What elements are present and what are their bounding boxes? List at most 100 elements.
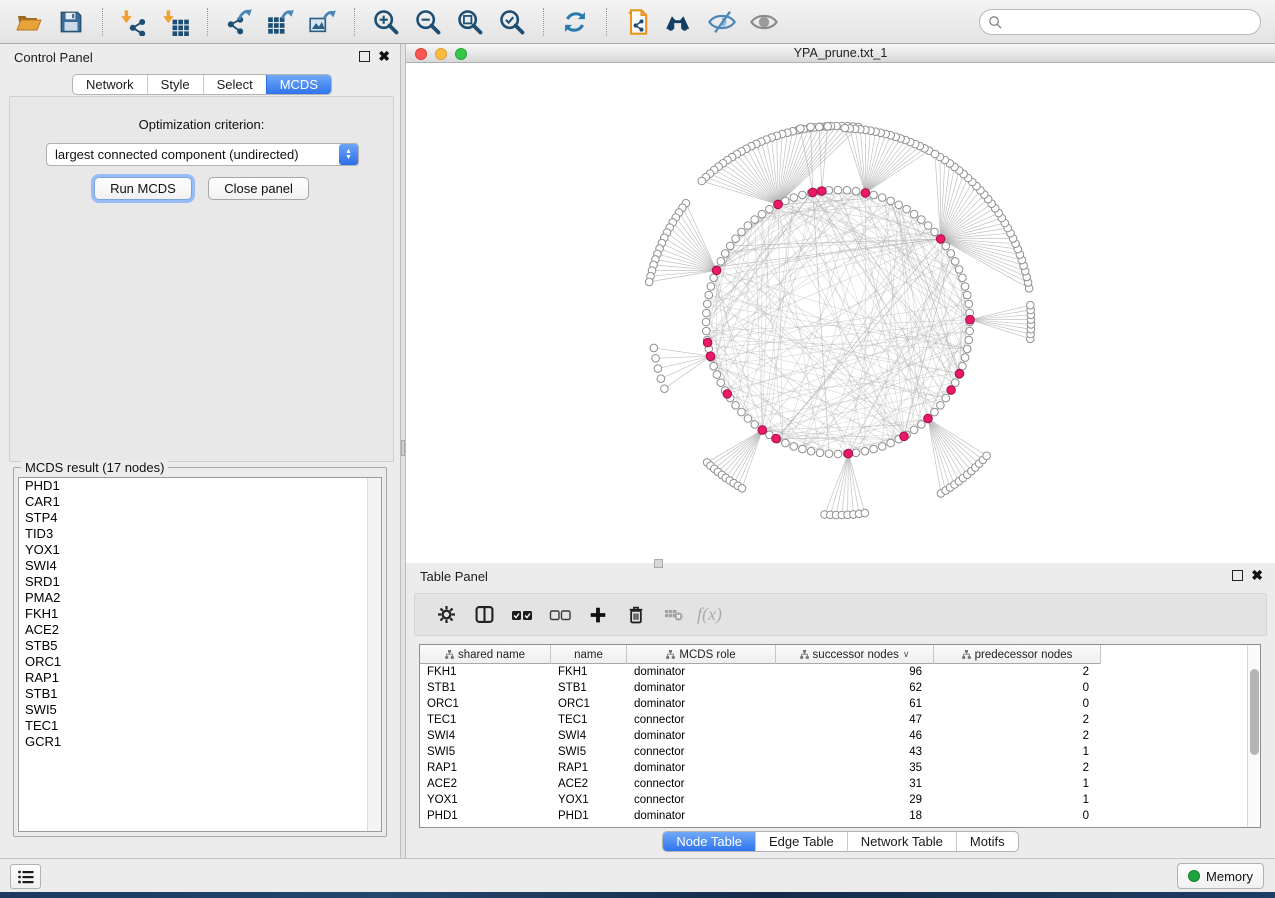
export-network-icon[interactable]: [222, 6, 256, 38]
float-panel-icon[interactable]: [359, 51, 370, 62]
tab-network[interactable]: Network: [73, 75, 147, 94]
graph-node[interactable]: [918, 421, 926, 429]
graph-node[interactable]: [955, 266, 963, 274]
graph-node[interactable]: [965, 300, 973, 308]
graph-node[interactable]: [834, 186, 842, 194]
column-header-shared-name[interactable]: shared name: [420, 645, 551, 664]
graph-leaf-node[interactable]: [650, 344, 658, 352]
graph-node[interactable]: [751, 421, 759, 429]
tab-mcds[interactable]: MCDS: [266, 75, 331, 94]
table-scrollbar[interactable]: [1247, 645, 1260, 827]
mcds-result-item[interactable]: TID3: [19, 526, 381, 542]
refresh-icon[interactable]: [558, 6, 592, 38]
graph-node[interactable]: [951, 379, 959, 387]
graph-node[interactable]: [744, 415, 752, 423]
graph-node[interactable]: [721, 250, 729, 258]
tab-edge-table[interactable]: Edge Table: [755, 832, 847, 851]
graph-node[interactable]: [910, 210, 918, 218]
graph-node[interactable]: [878, 194, 886, 202]
column-header-name[interactable]: name: [551, 645, 627, 664]
share-document-icon[interactable]: [621, 6, 655, 38]
table-row[interactable]: ORC1ORC1dominator610: [420, 696, 1247, 712]
mcds-result-item[interactable]: ORC1: [19, 654, 381, 670]
graph-node[interactable]: [887, 197, 895, 205]
graph-leaf-node[interactable]: [815, 123, 823, 131]
column-header-predecessor-nodes[interactable]: predecessor nodes: [934, 645, 1101, 664]
graph-node[interactable]: [961, 354, 969, 362]
column-header-successor-nodes[interactable]: successor nodes∨: [776, 645, 934, 664]
graph-node[interactable]: [790, 443, 798, 451]
graph-node[interactable]: [825, 450, 833, 458]
select-all-icon[interactable]: [507, 600, 537, 630]
show-graphics-details-icon[interactable]: [747, 6, 781, 38]
graph-node[interactable]: [870, 445, 878, 453]
column-header-MCDS-role[interactable]: MCDS role: [627, 645, 776, 664]
table-row[interactable]: RAP1RAP1dominator352: [420, 760, 1247, 776]
graph-node[interactable]: [961, 283, 969, 291]
graph-node[interactable]: [816, 449, 824, 457]
graph-mcds-node[interactable]: [772, 434, 781, 443]
graph-leaf-node[interactable]: [652, 355, 660, 363]
graph-leaf-node[interactable]: [983, 452, 991, 460]
table-row[interactable]: SWI5SWI5connector431: [420, 744, 1247, 760]
tab-motifs[interactable]: Motifs: [956, 832, 1018, 851]
graph-node[interactable]: [799, 191, 807, 199]
window-maximize-icon[interactable]: [455, 48, 467, 60]
graph-node[interactable]: [726, 242, 734, 250]
graph-node[interactable]: [861, 447, 869, 455]
graph-node[interactable]: [903, 205, 911, 213]
graph-mcds-node[interactable]: [900, 432, 909, 441]
zoom-in-icon[interactable]: [369, 6, 403, 38]
graph-leaf-node[interactable]: [797, 125, 805, 133]
graph-node[interactable]: [852, 449, 860, 457]
graph-node[interactable]: [910, 426, 918, 434]
mcds-result-item[interactable]: STB5: [19, 638, 381, 654]
table-row[interactable]: SWI4SWI4dominator462: [420, 728, 1247, 744]
graph-mcds-node[interactable]: [758, 426, 767, 435]
export-image-icon[interactable]: [306, 6, 340, 38]
graph-leaf-node[interactable]: [645, 278, 653, 286]
graph-node[interactable]: [766, 205, 774, 213]
graph-node[interactable]: [878, 443, 886, 451]
search-network-icon[interactable]: [663, 6, 697, 38]
graph-node[interactable]: [942, 242, 950, 250]
graph-leaf-node[interactable]: [661, 385, 669, 393]
table-row[interactable]: TEC1TEC1connector472: [420, 712, 1247, 728]
mcds-result-item[interactable]: RAP1: [19, 670, 381, 686]
mcds-result-item[interactable]: STP4: [19, 510, 381, 526]
graph-leaf-node[interactable]: [657, 375, 665, 383]
graph-mcds-node[interactable]: [924, 414, 933, 423]
graph-node[interactable]: [807, 447, 815, 455]
graph-node[interactable]: [959, 274, 967, 282]
graph-leaf-node[interactable]: [931, 150, 939, 158]
graph-leaf-node[interactable]: [698, 177, 706, 185]
tab-node-table[interactable]: Node Table: [663, 832, 755, 851]
graph-node[interactable]: [703, 300, 711, 308]
criterion-dropdown[interactable]: largest connected component (undirected)…: [46, 143, 359, 166]
table-settings-gear-icon[interactable]: [431, 600, 461, 630]
hide-graphics-details-icon[interactable]: [705, 6, 739, 38]
graph-node[interactable]: [744, 222, 752, 230]
network-canvas[interactable]: [406, 63, 1275, 563]
graph-node[interactable]: [942, 394, 950, 402]
mcds-result-item[interactable]: SWI4: [19, 558, 381, 574]
close-panel-icon[interactable]: ✖: [378, 49, 390, 64]
tab-style[interactable]: Style: [147, 75, 203, 94]
close-table-panel-icon[interactable]: ✖: [1251, 568, 1263, 583]
table-row[interactable]: FKH1FKH1dominator962: [420, 664, 1247, 680]
mcds-result-item[interactable]: FKH1: [19, 606, 381, 622]
graph-node[interactable]: [705, 291, 713, 299]
mcds-result-item[interactable]: STB1: [19, 686, 381, 702]
graph-mcds-node[interactable]: [844, 449, 853, 458]
open-folder-icon[interactable]: [12, 6, 46, 38]
graph-node[interactable]: [834, 450, 842, 458]
graph-node[interactable]: [937, 402, 945, 410]
table-row[interactable]: ACE2ACE2connector311: [420, 776, 1247, 792]
graph-node[interactable]: [799, 445, 807, 453]
add-icon[interactable]: [583, 600, 613, 630]
graph-mcds-node[interactable]: [966, 315, 975, 324]
table-row[interactable]: STB1STB1dominator620: [420, 680, 1247, 696]
memory-button[interactable]: Memory: [1177, 863, 1264, 889]
graph-mcds-node[interactable]: [818, 187, 827, 196]
zoom-out-icon[interactable]: [411, 6, 445, 38]
